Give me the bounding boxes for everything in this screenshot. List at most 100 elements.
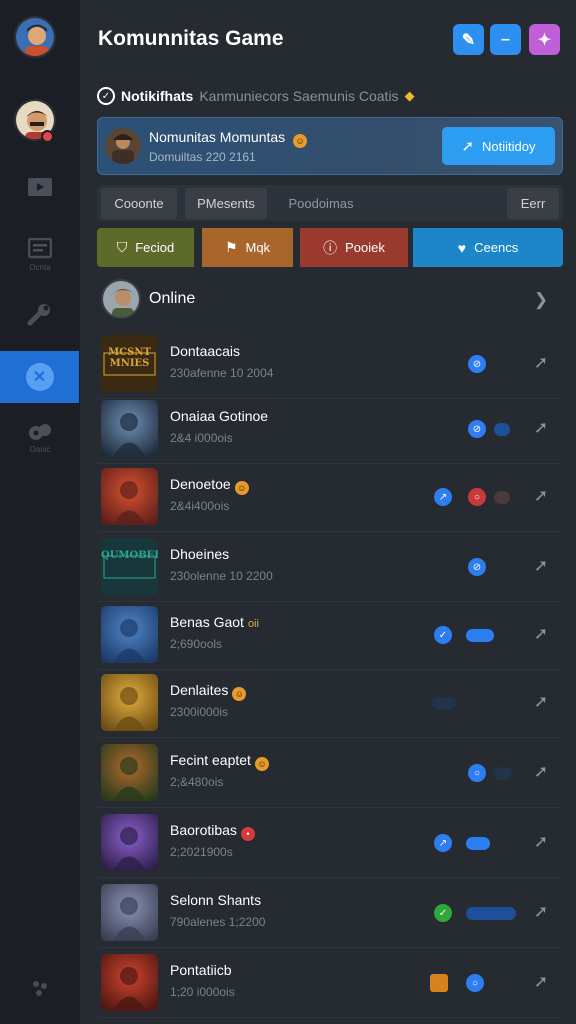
pencil-icon: ✎ [461,31,476,49]
status-dot-icon[interactable]: ○ [466,974,484,992]
shield-icon: ⛉ [116,239,128,255]
user-avatar[interactable] [14,16,56,58]
game-subtitle: 1;20 i000ois [170,985,235,999]
settings-icon[interactable] [0,978,80,998]
category-label: Pooiek [345,240,385,255]
game-row[interactable]: MCSNT MNIES Dontaacais 230afenne 10 2004… [97,331,563,399]
game-row[interactable]: Fecint eaptet ☺ 2;&480ois ○ ➚ [97,740,563,808]
status-dot-icon[interactable]: ⊘ [468,355,486,373]
game-mini-icon [430,974,448,992]
game-row[interactable]: Onaiaa Gotinoe 2&4 i000ois ⊘ ➚ [97,396,563,464]
status-dot-icon[interactable]: ✓ [434,626,452,644]
status-dot-icon[interactable]: ✓ [434,904,452,922]
status-dot-icon[interactable]: ↗ [434,834,452,852]
status-dot-icon[interactable]: ⊘ [468,420,486,438]
smile-emoji-icon: ☺ [293,134,308,148]
game-tag: oii [247,618,259,630]
flag-icon: ⚑ [224,239,238,255]
gamepad-icon: ✦ [537,31,552,49]
open-arrow-icon[interactable]: ➚ [531,556,551,576]
open-arrow-icon[interactable]: ➚ [531,486,551,506]
game-subtitle: 2;&480ois [170,775,224,789]
game-thumbnail[interactable] [101,744,158,801]
status-pill [494,767,512,780]
game-thumbnail[interactable] [101,884,158,941]
game-name: Selonn Shants [170,892,262,908]
notification-line[interactable]: ✓ Notikifhats Kanmuniecors Saemunis Coat… [97,87,415,105]
online-avatar [101,279,141,319]
alert-badge-icon: • [240,827,255,841]
game-row[interactable]: QUMOBEE Dhoeines 230olenne 10 2200 ⊘ ➚ [97,534,563,602]
status-dot-icon[interactable]: ↗ [434,488,452,506]
heart-icon: ♥ [457,239,467,256]
category-pooiek[interactable]: ⓘ Pooiek [300,228,408,267]
status-dot-icon[interactable]: ○ [468,764,486,782]
edit-button[interactable]: ✎ [453,24,484,55]
chat-icon[interactable]: Ocnta [0,238,80,272]
category-feciod[interactable]: ⛉ Feciod [97,228,194,267]
filter-chip-poodoimas[interactable]: Poodoimas [273,188,369,219]
game-button[interactable]: ✦ [529,24,560,55]
game-subtitle: 2;690ools [170,637,223,651]
notify-button[interactable]: ➚ Notiitidoy [442,127,555,165]
game-name: Denlaites ☺ [170,682,247,701]
open-arrow-icon[interactable]: ➚ [531,832,551,852]
sidebar-item-community[interactable]: ✕ [0,351,79,403]
game-thumbnail[interactable] [101,400,158,457]
open-arrow-icon[interactable]: ➚ [531,624,551,644]
games-icon[interactable]: Oanic [0,422,80,454]
status-pill [466,629,494,642]
game-thumbnail[interactable] [101,954,158,1011]
open-arrow-icon[interactable]: ➚ [531,692,551,712]
game-thumbnail[interactable]: QUMOBEE [101,538,158,595]
game-row[interactable]: Denoetoe ☺ 2&4i400ois ↗ ○ ➚ [97,464,563,532]
game-thumbnail[interactable] [101,606,158,663]
banner-title: Nomunitas Momuntas ☺ [149,129,308,148]
game-subtitle: 2;2021900s [170,845,233,859]
game-name: Denoetoe ☺ [170,476,249,495]
open-arrow-icon[interactable]: ➚ [531,353,551,373]
minimize-button[interactable]: – [490,24,521,55]
thumbnail-label: QUMOBEE [101,550,158,561]
game-row[interactable]: Selonn Shants 790alenes 1;2200 ✓ ➚ [97,880,563,948]
game-name: Benas Gaot oii [170,614,259,630]
game-thumbnail[interactable] [101,468,158,525]
game-thumbnail[interactable] [101,814,158,871]
game-thumbnail[interactable]: MCSNT MNIES [101,335,158,392]
expand-arrow-icon[interactable]: ❯ [531,290,551,310]
tools-icon[interactable] [0,302,80,328]
game-name: Dhoeines [170,546,230,562]
open-arrow-icon[interactable]: ➚ [531,972,551,992]
game-subtitle: 2300i000is [170,705,229,719]
filter-chip-cooonte[interactable]: Cooonte [101,188,177,219]
game-subtitle: 2&4i400ois [170,499,230,513]
game-row[interactable]: Benas Gaot oii 2;690ools ✓ ➚ [97,602,563,670]
open-arrow-icon[interactable]: ➚ [531,902,551,922]
status-dot-icon[interactable]: ⊘ [468,558,486,576]
filter-chip-pmesents[interactable]: PMesents [185,188,267,219]
emoji-badge-icon: ☺ [232,687,247,701]
category-label: Mqk [245,240,271,255]
open-arrow-icon[interactable]: ➚ [531,418,551,438]
game-name: Onaiaa Gotinoe [170,408,269,424]
page-title: Komunnitas Game [98,27,284,50]
status-pill [432,697,456,710]
game-row[interactable]: Baorotibas • 2;2021900s ↗ ➚ [97,810,563,878]
notification-label: Notikifhats [121,88,194,104]
game-thumbnail[interactable] [101,674,158,731]
games-caption: Oanic [29,445,51,454]
game-subtitle: 230afenne 10 2004 [170,366,274,380]
game-name: Pontatiicb [170,962,232,978]
status-pill [466,837,490,850]
category-mqk[interactable]: ⚑ Mqk [202,228,293,267]
media-icon[interactable] [0,176,80,198]
game-row[interactable]: Denlaites ☺ 2300i000is ➚ [97,670,563,738]
category-ceencs[interactable]: ♥ Ceencs [413,228,563,267]
game-row[interactable]: Pontatiicb 1;20 i000ois ○ ➚ [97,950,563,1018]
send-icon: ➚ [461,138,475,155]
status-dot-icon[interactable]: ○ [468,488,486,506]
filter-chip-eerr[interactable]: Eerr [507,188,559,219]
sidebar: Ocnta ✕ Oanic [0,0,80,1024]
game-name: Dontaacais [170,343,241,359]
open-arrow-icon[interactable]: ➚ [531,762,551,782]
